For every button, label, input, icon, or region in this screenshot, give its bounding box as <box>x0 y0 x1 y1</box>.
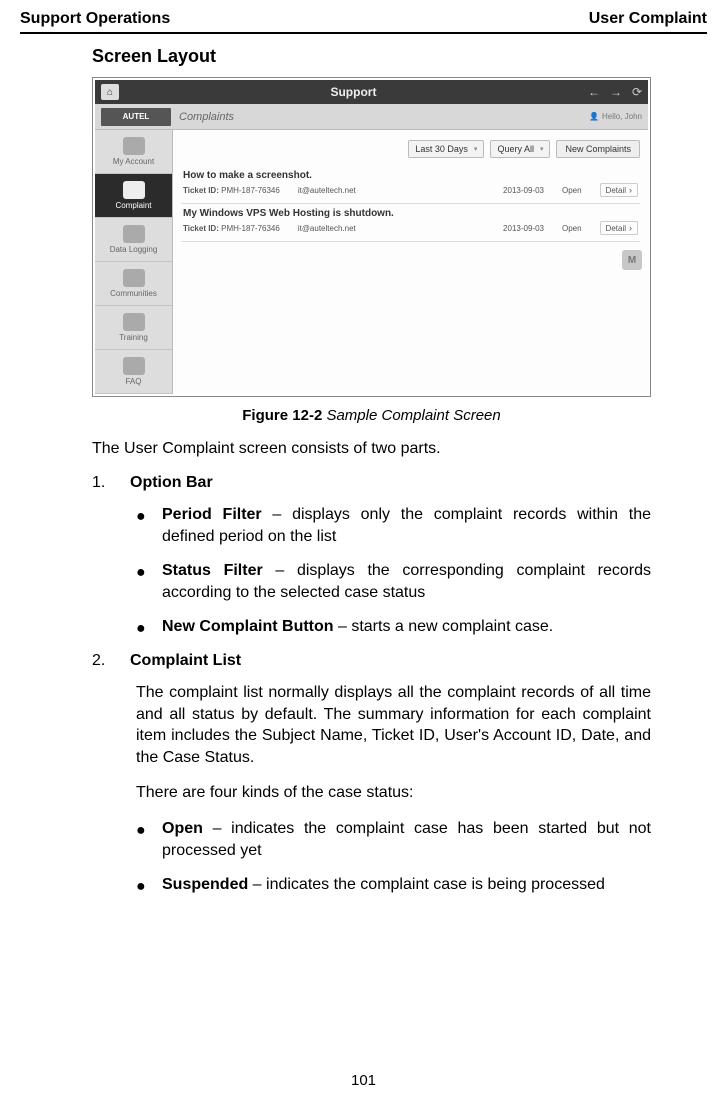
list-title-complaint-list: Complaint List <box>130 652 241 670</box>
detail-button: Detail› <box>600 221 638 235</box>
bullet-icon: ● <box>136 560 148 604</box>
ticket-subject: How to make a screenshot. <box>183 170 638 181</box>
header-rule <box>20 32 707 34</box>
intro-paragraph: The User Complaint screen consists of tw… <box>92 438 651 460</box>
section-title: Screen Layout <box>92 46 651 67</box>
greeting-text: Hello, John <box>602 112 642 121</box>
list-title-option-bar: Option Bar <box>130 474 213 492</box>
chevron-down-icon: ▾ <box>474 145 478 153</box>
ticket-subject: My Windows VPS Web Hosting is shutdown. <box>183 208 638 219</box>
sidebar-item-my-account: My Account <box>95 130 172 174</box>
list-number-1: 1. <box>92 474 108 492</box>
complaint-list-para1: The complaint list normally displays all… <box>92 682 651 768</box>
bullet-item: ● Suspended – indicates the complaint ca… <box>136 874 651 898</box>
bullet-item: ● Period Filter – displays only the comp… <box>136 504 651 548</box>
communities-icon <box>123 269 145 287</box>
ticket-status: Open <box>562 186 582 195</box>
complaint-list-para2: There are four kinds of the case status: <box>92 782 651 804</box>
faq-icon <box>123 357 145 375</box>
detail-label: Detail <box>606 224 626 233</box>
back-icon: ← <box>588 85 600 99</box>
ticket-row: How to make a screenshot. Ticket ID: PMH… <box>181 166 640 204</box>
ticket-email: it@auteltech.net <box>298 186 356 195</box>
bullet-lead: New Complaint Button <box>162 618 334 635</box>
chevron-down-icon: ▾ <box>540 145 544 153</box>
figure-subbar: AUTEL Complaints 👤 Hello, John <box>95 104 648 130</box>
figure-topbar: ⌂ Support ← → ⟳ <box>95 80 648 104</box>
list-number-2: 2. <box>92 652 108 670</box>
status-filter: Query All ▾ <box>490 140 550 158</box>
sidebar-item-label: My Account <box>113 157 154 166</box>
breadcrumb: Complaints <box>179 111 234 123</box>
ticket-id-label: Ticket ID: <box>183 224 219 233</box>
training-icon <box>123 313 145 331</box>
bullet-text: – indicates the complaint case has been … <box>162 820 651 859</box>
bullet-icon: ● <box>136 616 148 640</box>
figure-caption: Figure 12-2 Sample Complaint Screen <box>92 407 651 424</box>
ticket-email: it@auteltech.net <box>298 224 356 233</box>
sidebar-item-training: Training <box>95 306 172 350</box>
bullet-icon: ● <box>136 818 148 862</box>
figure-panel: Last 30 Days▾ Query All▾ New Complaints … <box>173 130 648 394</box>
sidebar-item-label: Data Logging <box>110 245 158 254</box>
refresh-icon: ⟳ <box>632 85 642 99</box>
home-icon: ⌂ <box>101 84 119 100</box>
header-right: User Complaint <box>589 10 707 28</box>
greeting: 👤 Hello, John <box>589 112 642 121</box>
user-icon: 👤 <box>589 112 599 121</box>
detail-label: Detail <box>606 186 626 195</box>
bullet-lead: Period Filter <box>162 506 262 523</box>
figure-sidebar: My Account Complaint Data Logging Commun… <box>95 130 173 394</box>
float-button: M <box>622 250 642 270</box>
sidebar-item-label: Complaint <box>115 201 151 210</box>
sidebar-item-label: FAQ <box>125 377 141 386</box>
bullet-item: ● New Complaint Button – starts a new co… <box>136 616 651 640</box>
bullet-icon: ● <box>136 874 148 898</box>
caption-title: Sample Complaint Screen <box>322 407 500 424</box>
bullet-icon: ● <box>136 504 148 548</box>
ticket-row: My Windows VPS Web Hosting is shutdown. … <box>181 204 640 242</box>
ticket-date: 2013-09-03 <box>503 224 544 233</box>
chevron-right-icon: › <box>629 223 632 233</box>
bullet-lead: Open <box>162 820 203 837</box>
bullet-text: – starts a new complaint case. <box>334 618 554 635</box>
ticket-id: PMH-187-76346 <box>221 224 280 233</box>
bullet-lead: Suspended <box>162 876 248 893</box>
header-left: Support Operations <box>20 10 170 28</box>
bullet-text: – indicates the complaint case is being … <box>248 876 605 893</box>
new-complaint-button: New Complaints <box>556 140 640 158</box>
bullet-lead: Status Filter <box>162 562 263 579</box>
ticket-id-label: Ticket ID: <box>183 186 219 195</box>
status-filter-value: Query All <box>497 144 534 154</box>
figure-screenshot: ⌂ Support ← → ⟳ AUTEL Complaints 👤 Hello… <box>92 77 651 397</box>
ticket-date: 2013-09-03 <box>503 186 544 195</box>
sidebar-item-complaint: Complaint <box>95 174 172 218</box>
account-icon <box>123 137 145 155</box>
chevron-right-icon: › <box>629 185 632 195</box>
ticket-status: Open <box>562 224 582 233</box>
logo: AUTEL <box>101 108 171 126</box>
detail-button: Detail› <box>600 183 638 197</box>
sidebar-item-communities: Communities <box>95 262 172 306</box>
caption-figure-num: Figure 12-2 <box>242 407 322 424</box>
sidebar-item-faq: FAQ <box>95 350 172 394</box>
complaint-icon <box>123 181 145 199</box>
sidebar-item-label: Communities <box>110 289 157 298</box>
ticket-id: PMH-187-76346 <box>221 186 280 195</box>
logging-icon <box>123 225 145 243</box>
forward-icon: → <box>610 85 622 99</box>
sidebar-item-label: Training <box>119 333 148 342</box>
figure-title: Support <box>127 85 580 99</box>
page-number: 101 <box>0 1072 727 1089</box>
bullet-item: ● Open – indicates the complaint case ha… <box>136 818 651 862</box>
period-filter-value: Last 30 Days <box>415 144 468 154</box>
bullet-item: ● Status Filter – displays the correspon… <box>136 560 651 604</box>
sidebar-item-data-logging: Data Logging <box>95 218 172 262</box>
period-filter: Last 30 Days ▾ <box>408 140 484 158</box>
